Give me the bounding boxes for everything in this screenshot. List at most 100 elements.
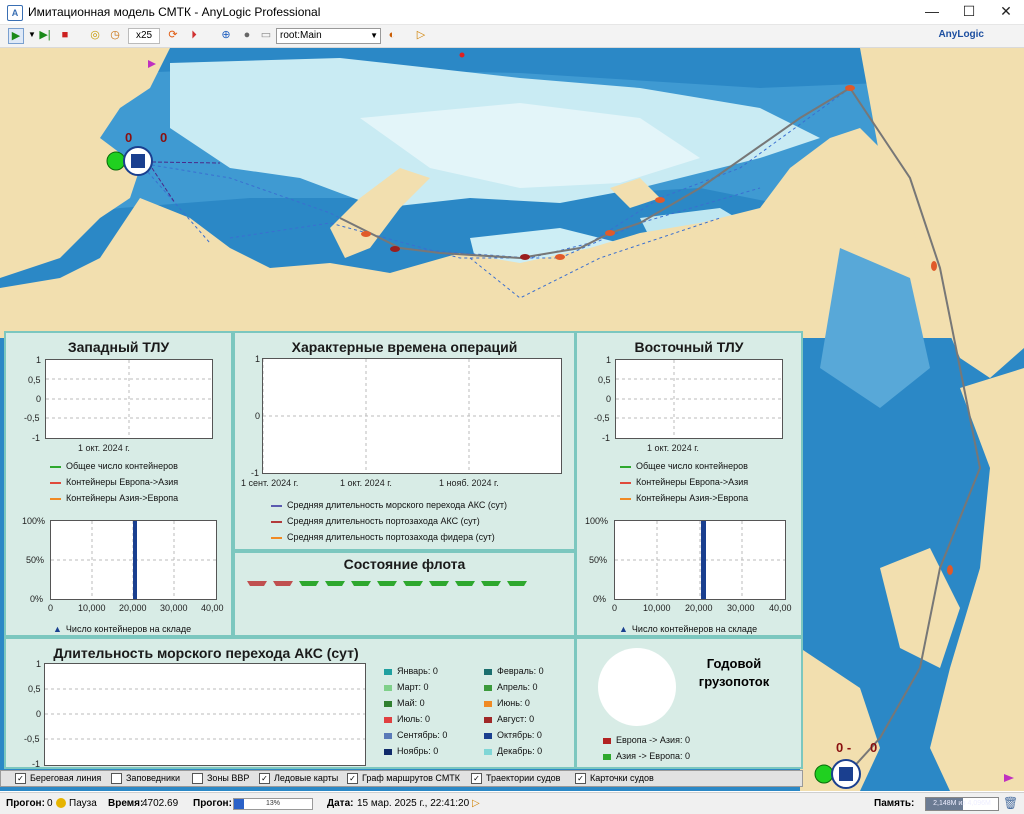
legend-label: Контейнеры Азия->Европа xyxy=(66,493,179,503)
legend-label: Число контейнеров на складе xyxy=(65,624,192,634)
east-time-chart xyxy=(615,359,783,439)
camera-icon[interactable]: ● xyxy=(240,28,254,42)
transit-duration-panel: Длительность морского перехода АКС (сут)… xyxy=(4,637,576,769)
time-label: Время: xyxy=(108,798,144,809)
east-legend-item: Общее число контейнеров xyxy=(620,461,748,471)
west-terminal-left-count: 0 xyxy=(125,130,133,145)
checkbox[interactable]: ✓ xyxy=(15,773,26,785)
layer-checkbox-ship-cards[interactable]: ✓ Карточки судов xyxy=(575,773,654,785)
model-canvas[interactable]: 0 0 0 - 0 Западный ТЛУ 1 0,5 0 -0,5 -1 1… xyxy=(0,48,1024,791)
arrow-icon[interactable]: ▷ xyxy=(472,798,480,809)
west-panel-title: Западный ТЛУ xyxy=(67,339,170,355)
layer-checkbox-ship-tracks[interactable]: ✓ Траектории судов xyxy=(471,773,561,785)
transit-ytick: 0,5 xyxy=(28,684,41,694)
legend-swatch xyxy=(484,668,492,675)
step-icon[interactable]: ▶| xyxy=(38,28,52,42)
east-hist-xtick: 30,000 xyxy=(727,603,755,613)
times-panel-title: Характерные времена операций xyxy=(291,339,518,355)
legend-label: Европа -> Азия: 0 xyxy=(616,735,690,745)
west-ytick: -1 xyxy=(32,433,41,443)
checkbox-label: Ледовые карты xyxy=(274,773,339,783)
navigate-to-agent-icon[interactable]: ◐ xyxy=(385,28,399,42)
west-hist-xtick: 10,000 xyxy=(78,603,106,613)
east-ytick: 1 xyxy=(606,355,612,365)
month-legend-item: Декабрь: 0 xyxy=(484,746,542,756)
layer-checkbox-reserves[interactable]: Заповедники xyxy=(111,773,181,785)
legend-label: Март: 0 xyxy=(397,682,429,692)
times-xtick: 1 сент. 2024 г. xyxy=(241,478,299,488)
east-histogram xyxy=(614,520,786,600)
transit-chart xyxy=(44,663,366,766)
legend-swatch xyxy=(620,481,631,484)
legend-label: Азия -> Европа: 0 xyxy=(616,751,690,761)
layer-checkbox-coastline[interactable]: ✓ Береговая линия xyxy=(15,773,101,785)
date-value: 15 мар. 2025 г., 22:41:20 xyxy=(357,798,470,809)
west-hist-xtick: 40,00 xyxy=(201,603,224,613)
layer-checkbox-bwt-zones[interactable]: Зоны ВВР xyxy=(192,773,249,785)
run-icon[interactable]: ▶ xyxy=(8,28,24,44)
layer-checkbox-route-graph[interactable]: ✓ Граф маршрутов СМТК xyxy=(347,773,460,785)
transit-panel-title: Длительность морского перехода АКС (сут) xyxy=(53,645,359,661)
anylogic-app-icon: A xyxy=(7,5,23,21)
legend-swatch xyxy=(620,497,631,500)
west-xtick: 1 окт. 2024 г. xyxy=(78,443,130,453)
layer-checkbox-ice-maps[interactable]: ✓ Ледовые карты xyxy=(259,773,339,785)
maximize-button[interactable]: ☐ xyxy=(952,0,986,24)
legend-swatch xyxy=(484,732,492,739)
run-progress-bar: 13% xyxy=(233,798,313,810)
west-terminal-panel: Западный ТЛУ 1 0,5 0 -0,5 -1 1 окт. 2024… xyxy=(4,331,233,637)
checkbox[interactable]: ✓ xyxy=(347,773,358,785)
west-legend-item: Контейнеры Азия->Европа xyxy=(50,493,178,503)
chevron-down-icon: ▼ xyxy=(370,31,378,40)
legend-swatch xyxy=(384,732,392,739)
east-xtick: 1 окт. 2024 г. xyxy=(647,443,699,453)
times-ytick: 1 xyxy=(255,354,261,364)
clock-icon[interactable]: ◷ xyxy=(108,28,122,42)
trash-icon[interactable]: 🗑 xyxy=(1003,796,1018,810)
operation-times-panel: Характерные времена операций 1 0 -1 1 се… xyxy=(233,331,576,551)
agent-selector[interactable]: root:Main ▼ xyxy=(276,28,381,44)
legend-label: Октябрь: 0 xyxy=(497,730,542,740)
checkbox-label: Траектории судов xyxy=(486,773,561,783)
legend-label: Август: 0 xyxy=(497,714,535,724)
memory-label: Память: xyxy=(874,798,915,809)
checkbox[interactable] xyxy=(111,773,122,785)
time-value: 4702.69 xyxy=(142,798,179,809)
progress-label: Прогон: xyxy=(193,798,232,809)
navigate-icon[interactable]: ⊕ xyxy=(219,28,233,42)
legend-swatch xyxy=(384,748,392,755)
minimize-button[interactable]: — xyxy=(915,0,949,24)
fleet-ship-icons xyxy=(247,581,527,586)
checkbox[interactable]: ✓ xyxy=(575,773,586,785)
realtime-icon[interactable]: ⏵ xyxy=(187,28,201,42)
close-button[interactable]: ✕ xyxy=(989,0,1023,24)
legend-label: Контейнеры Европа->Азия xyxy=(66,477,179,487)
faster-icon[interactable]: ⟳ xyxy=(166,28,180,42)
checkbox[interactable]: ✓ xyxy=(259,773,270,785)
east-hist-ytick: 100% xyxy=(585,516,609,526)
checkbox[interactable] xyxy=(192,773,203,785)
run-dropdown-icon[interactable]: ▼ xyxy=(25,28,39,42)
arrow-icon[interactable]: ▷ xyxy=(414,28,428,42)
pause-icon xyxy=(56,798,66,808)
east-hist-ytick: 0% xyxy=(593,594,607,604)
legend-swatch xyxy=(271,520,282,523)
run-value: 0 xyxy=(47,798,53,809)
checkbox[interactable]: ✓ xyxy=(471,773,482,785)
slower-icon[interactable]: ◎ xyxy=(88,28,102,42)
west-hist-ytick: 50% xyxy=(26,555,45,565)
pause-status: Пауза xyxy=(69,798,97,809)
legend-label: Июнь: 0 xyxy=(497,698,530,708)
east-terminal-left-count: 0 - xyxy=(836,740,852,755)
month-legend-item: Июнь: 0 xyxy=(484,698,530,708)
stop-icon[interactable]: ■ xyxy=(58,28,72,42)
legend-swatch xyxy=(620,465,631,468)
checkbox-label: Заповедники xyxy=(126,773,181,783)
month-legend-item: Март: 0 xyxy=(384,682,429,692)
east-legend-item: Контейнеры Азия->Европа xyxy=(620,493,748,503)
view-area-icon[interactable]: ▭ xyxy=(259,28,273,42)
legend-label: Общее число контейнеров xyxy=(66,461,178,471)
east-terminal-panel: Восточный ТЛУ 1 0,5 0 -0,5 -1 1 окт. 202… xyxy=(575,331,803,637)
legend-label: Декабрь: 0 xyxy=(497,746,543,756)
legend-swatch xyxy=(50,465,61,468)
